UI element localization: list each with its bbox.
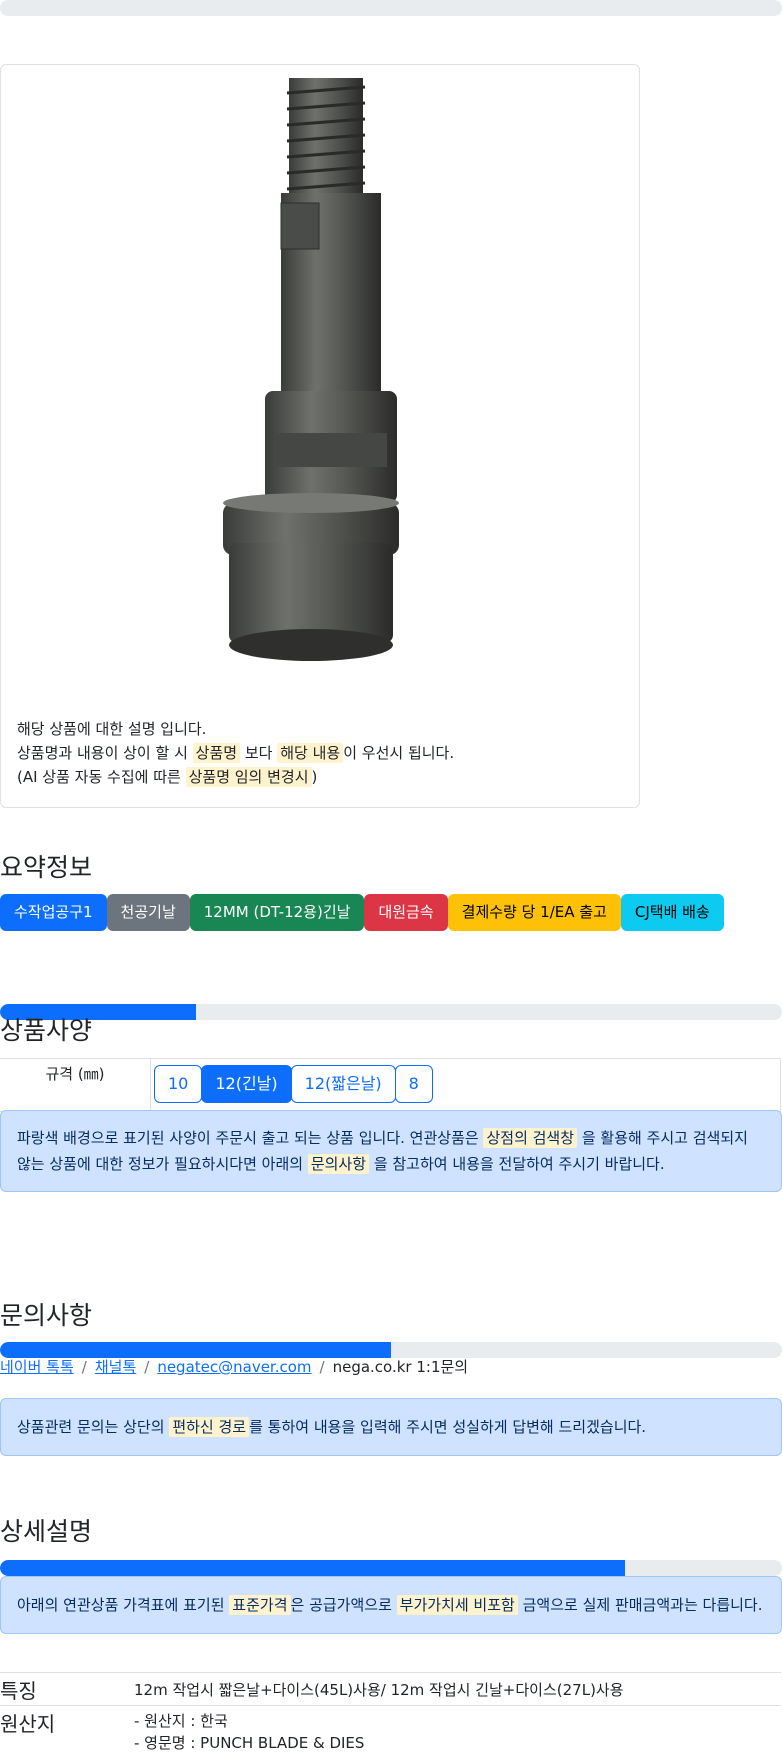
product-description: 해당 상품에 대한 설명 입니다. 상품명과 내용이 상이 할 시 상품명 보다… (17, 717, 454, 789)
detail-progress-fill (0, 1560, 625, 1576)
notice-highlight: 상점의 검색창 (483, 1128, 578, 1148)
spec-table-border (780, 1059, 781, 1111)
english-name-line: - 영문명 : PUNCH BLADE & DIES (134, 1734, 365, 1752)
notice-text: 을 참고하여 내용을 전달하여 주시기 바랍니다. (373, 1155, 665, 1173)
notice-text: 파랑색 배경으로 표기된 사양이 주문시 출고 되는 상품 입니다. 연관상품은 (17, 1129, 479, 1147)
notice-highlight: 부가가치세 비포함 (396, 1595, 518, 1615)
badge-maker: 대원금속 (364, 894, 448, 931)
detail-key: 원산지 (0, 1712, 56, 1736)
channel-talk-link[interactable]: 채널톡 (95, 1358, 136, 1376)
desc-highlight: 해당 내용 (277, 743, 344, 763)
spec-option-10[interactable]: 10 (154, 1065, 203, 1103)
detail-heading: 상세설명 (0, 1517, 93, 1546)
notice-text: 은 공급가액으로 (290, 1596, 392, 1614)
notice-text: 를 통하여 내용을 입력해 주시면 성실하게 답변해 드리겠습니다. (249, 1418, 647, 1436)
badge-type: 천공기날 (106, 894, 190, 931)
desc-text: 보다 (244, 744, 273, 762)
detail-notice: 아래의 연관상품 가격표에 표기된 표준가격 은 공급가액으로 부가가치세 비포함… (0, 1576, 782, 1634)
separator: / (81, 1358, 87, 1376)
notice-highlight: 편하신 경로 (169, 1417, 250, 1437)
notice-text: 아래의 연관상품 가격표에 표기된 (17, 1596, 225, 1614)
spec-table: 규격 (㎜) 10 12(긴날) 12(짧은날) 8 (0, 1058, 781, 1112)
email-link[interactable]: negatec@naver.com (157, 1358, 311, 1376)
spec-option-12-long[interactable]: 12(긴날) (201, 1065, 292, 1103)
desc-text: (AI 상품 자동 수집에 따른 (17, 768, 181, 786)
desc-line-1: 해당 상품에 대한 설명 입니다. (17, 720, 207, 738)
desc-line-2: 상품명과 내용이 상이 할 시 상품명 보다 해당 내용 이 우선시 됩니다. (17, 741, 454, 765)
site-inquiry-text: nega.co.kr 1:1문의 (332, 1358, 469, 1376)
origin-line: - 원산지 : 한국 (134, 1712, 228, 1730)
notice-highlight: 표준가격 (229, 1595, 291, 1615)
badge-quantity: 결제수량 당 1/EA 출고 (447, 894, 621, 931)
separator: / (319, 1358, 325, 1376)
spec-heading: 상품사양 (0, 1016, 93, 1045)
spec-option-8[interactable]: 8 (394, 1065, 433, 1103)
top-progress-bar (0, 0, 782, 16)
desc-text: ) (311, 768, 318, 786)
summary-badges: 수작업공구1 천공기날 12MM (DT-12용)긴날 대원금속 결제수량 당 … (0, 894, 724, 932)
badge-model: 12MM (DT-12용)긴날 (189, 894, 365, 931)
inquiry-links: 네이버 톡톡 / 채널톡 / negatec@naver.com / nega.co.kr … (0, 1356, 468, 1377)
notice-text: 금액으로 실제 판매금액과는 다릅니다. (522, 1596, 763, 1614)
spec-label: 규격 (㎜) (0, 1059, 151, 1111)
desc-line-3: (AI 상품 자동 수집에 따른 상품명 임의 변경시) (17, 765, 454, 789)
spec-options: 10 12(긴날) 12(짧은날) 8 (154, 1065, 433, 1103)
product-card: 해당 상품에 대한 설명 입니다. 상품명과 내용이 상이 할 시 상품명 보다… (0, 64, 640, 808)
detail-key: 특징 (0, 1679, 37, 1703)
detail-table: 특징 12m 작업시 짧은날+다이스(45L)사용/ 12m 작업시 긴날+다이… (0, 1672, 781, 1758)
product-page: 해당 상품에 대한 설명 입니다. 상품명과 내용이 상이 할 시 상품명 보다… (0, 0, 782, 1757)
separator: / (144, 1358, 150, 1376)
detail-row-origin: 원산지 - 원산지 : 한국 - 영문명 : PUNCH BLADE & DIE… (0, 1706, 781, 1758)
inquiry-heading: 문의사항 (0, 1301, 93, 1330)
badge-shipping: CJ택배 배송 (620, 894, 724, 931)
detail-progress-bar (0, 1560, 782, 1576)
spec-notice: 파랑색 배경으로 표기된 사양이 주문시 출고 되는 상품 입니다. 연관상품은… (0, 1110, 782, 1192)
badge-category: 수작업공구1 (0, 894, 107, 931)
detail-row-feature: 특징 12m 작업시 짧은날+다이스(45L)사용/ 12m 작업시 긴날+다이… (0, 1673, 781, 1706)
notice-highlight: 문의사항 (307, 1154, 370, 1174)
notice-text: 상품관련 문의는 상단의 (17, 1418, 165, 1436)
inquiry-notice: 상품관련 문의는 상단의 편하신 경로 를 통하여 내용을 입력해 주시면 성실하… (0, 1398, 782, 1456)
spec-progress-bar (0, 1004, 782, 1020)
product-image (223, 78, 399, 661)
summary-heading: 요약정보 (0, 853, 93, 882)
detail-value: - 원산지 : 한국 - 영문명 : PUNCH BLADE & DIES (134, 1710, 364, 1754)
desc-text: 이 우선시 됩니다. (343, 744, 455, 762)
desc-text: 상품명과 내용이 상이 할 시 (17, 744, 188, 762)
naver-talk-link[interactable]: 네이버 톡톡 (0, 1358, 74, 1376)
desc-highlight: 상품명 (192, 743, 241, 763)
spec-option-12-short[interactable]: 12(짧은날) (290, 1065, 396, 1103)
desc-highlight: 상품명 임의 변경시 (185, 767, 312, 787)
detail-value: 12m 작업시 짧은날+다이스(45L)사용/ 12m 작업시 긴날+다이스(2… (134, 1681, 624, 1699)
